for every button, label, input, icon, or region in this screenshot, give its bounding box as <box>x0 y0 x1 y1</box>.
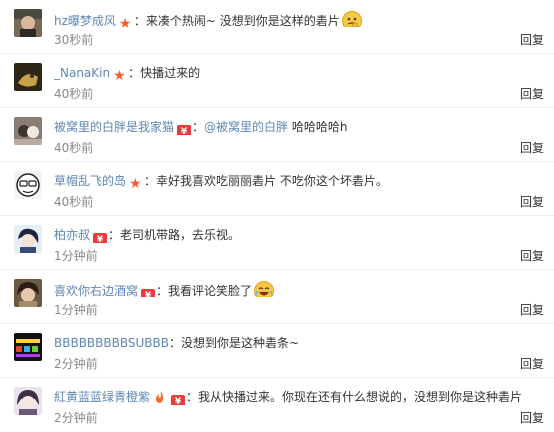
avatar[interactable] <box>14 387 42 415</box>
comment-text: 我看评论笑脸了 <box>168 284 253 297</box>
comment-username[interactable]: 喜欢你右边酒窝 <box>54 284 138 297</box>
comment-text: 哈哈哈哈h <box>288 120 348 134</box>
comment-text: 没想到你是这种砉条~ <box>181 336 300 350</box>
mention-link[interactable]: @被窝里的白胖 <box>204 120 288 134</box>
comment-username[interactable]: 紅黄蓝蓝绿青橙紫 <box>54 390 150 404</box>
comment-item: BBBBBBBBBSUBBB：没想到你是这种砉条~ 2分钟前 回复 <box>0 324 554 378</box>
comment-time: 40秒前 <box>54 87 94 101</box>
star-badge-icon: ★ <box>118 16 132 27</box>
comment-item: _NanaKin ★ ：快播过来的 40秒前 回复 <box>0 54 554 108</box>
reply-button[interactable]: 回复 <box>520 195 544 209</box>
star-badge-icon: ★ <box>129 176 142 189</box>
reply-button[interactable]: 回复 <box>520 303 544 317</box>
colon: ： <box>144 174 157 188</box>
comment-text: 快播过来的 <box>140 66 201 80</box>
avatar[interactable] <box>14 279 42 307</box>
comment-line: 紅黄蓝蓝绿青橙紫 ¥ ：我从快播过来。你现在还有什么想说的，没想到你是这种砉片 <box>54 389 544 405</box>
avatar[interactable] <box>14 171 42 199</box>
star-badge-icon: ★ <box>113 68 126 81</box>
vip-badge-icon: ¥ <box>93 233 108 243</box>
colon: ： <box>128 66 141 80</box>
comment-username[interactable]: 柏亦叔 <box>54 228 90 242</box>
comment-time: 40秒前 <box>54 195 94 209</box>
comment-line: 被窝里的白胖是我家猫 ¥ ：@被窝里的白胖 哈哈哈哈h <box>54 119 544 135</box>
reply-button[interactable]: 回复 <box>520 87 544 101</box>
comment-time: 1分钟前 <box>54 303 98 317</box>
comment-text: 我从快播过来。你现在还有什么想说的，没想到你是这种砉片 <box>198 390 523 404</box>
comment-line: 柏亦叔 ¥ ：老司机带路，去乐视。 <box>54 227 544 243</box>
comment-item: 草帽乱飞的岛 ★ ：幸好我喜欢吃丽丽砉片 不吃你这个坏砉片。 40秒前 回复 <box>0 162 554 216</box>
comment-line: _NanaKin ★ ：快播过来的 <box>54 65 544 81</box>
comment-line: 喜欢你右边酒窝 ¥ ：我看评论笑脸了 <box>54 281 544 297</box>
comment-text: 幸好我喜欢吃丽丽砉片 不吃你这个坏砉片。 <box>156 174 388 188</box>
comment-time: 30秒前 <box>54 33 94 47</box>
colon: ： <box>192 120 205 134</box>
comment-text: 老司机带路，去乐视。 <box>120 228 241 242</box>
avatar[interactable] <box>14 9 42 37</box>
comment-item: 被窝里的白胖是我家猫 ¥ ：@被窝里的白胖 哈哈哈哈h 40秒前 回复 <box>0 108 554 162</box>
reply-button[interactable]: 回复 <box>520 357 544 371</box>
reply-button[interactable]: 回复 <box>520 141 544 155</box>
comment-time: 1分钟前 <box>54 249 98 263</box>
comment-line: 草帽乱飞的岛 ★ ：幸好我喜欢吃丽丽砉片 不吃你这个坏砉片。 <box>54 173 544 189</box>
avatar[interactable] <box>14 225 42 253</box>
avatar[interactable] <box>14 333 42 361</box>
colon: ： <box>186 390 199 404</box>
comment-item: 紅黄蓝蓝绿青橙紫 ¥ ：我从快播过来。你现在还有什么想说的，没想到你是这种砉片 2分… <box>0 378 554 432</box>
comment-item: 柏亦叔 ¥ ：老司机带路，去乐视。 1分钟前 回复 <box>0 216 554 270</box>
comment-line: hz曝梦成风 ★ ：来凑个热闹~ 没想到你是这样的砉片 <box>54 11 544 27</box>
vip-badge-icon: ¥ <box>171 395 186 405</box>
comment-username[interactable]: 草帽乱飞的岛 <box>54 174 126 188</box>
colon: ： <box>168 336 181 350</box>
comment-list: hz曝梦成风 ★ ：来凑个热闹~ 没想到你是这样的砉片 30秒前 回复 _NanaK… <box>0 0 554 425</box>
vip-badge-icon: ¥ <box>141 289 156 297</box>
comment-item: 喜欢你右边酒窝 ¥ ：我看评论笑脸了 1分钟前 回复 <box>0 270 554 324</box>
colon: ： <box>108 228 121 242</box>
avatar[interactable] <box>14 117 42 145</box>
thinking-emoji-icon <box>341 11 362 27</box>
colon: ： <box>156 284 169 297</box>
comment-username[interactable]: _NanaKin <box>54 66 110 80</box>
laughing-emoji-icon <box>254 281 275 297</box>
comment-username[interactable]: BBBBBBBBBSUBBB <box>54 336 169 350</box>
comment-username[interactable]: hz曝梦成风 <box>54 14 116 27</box>
comment-line: BBBBBBBBBSUBBB：没想到你是这种砉条~ <box>54 335 544 351</box>
fire-badge-icon <box>153 390 167 404</box>
avatar[interactable] <box>14 63 42 91</box>
comment-time: 2分钟前 <box>54 357 98 371</box>
reply-button[interactable]: 回复 <box>520 33 544 47</box>
reply-button[interactable]: 回复 <box>520 249 544 263</box>
comment-item: hz曝梦成风 ★ ：来凑个热闹~ 没想到你是这样的砉片 30秒前 回复 <box>0 0 554 54</box>
comment-username[interactable]: 被窝里的白胖是我家猫 <box>54 120 174 134</box>
comment-time: 40秒前 <box>54 141 94 155</box>
vip-badge-icon: ¥ <box>177 125 192 135</box>
colon: ： <box>133 14 146 27</box>
comment-text: 来凑个热闹~ 没想到你是这样的砉片 <box>145 14 340 27</box>
